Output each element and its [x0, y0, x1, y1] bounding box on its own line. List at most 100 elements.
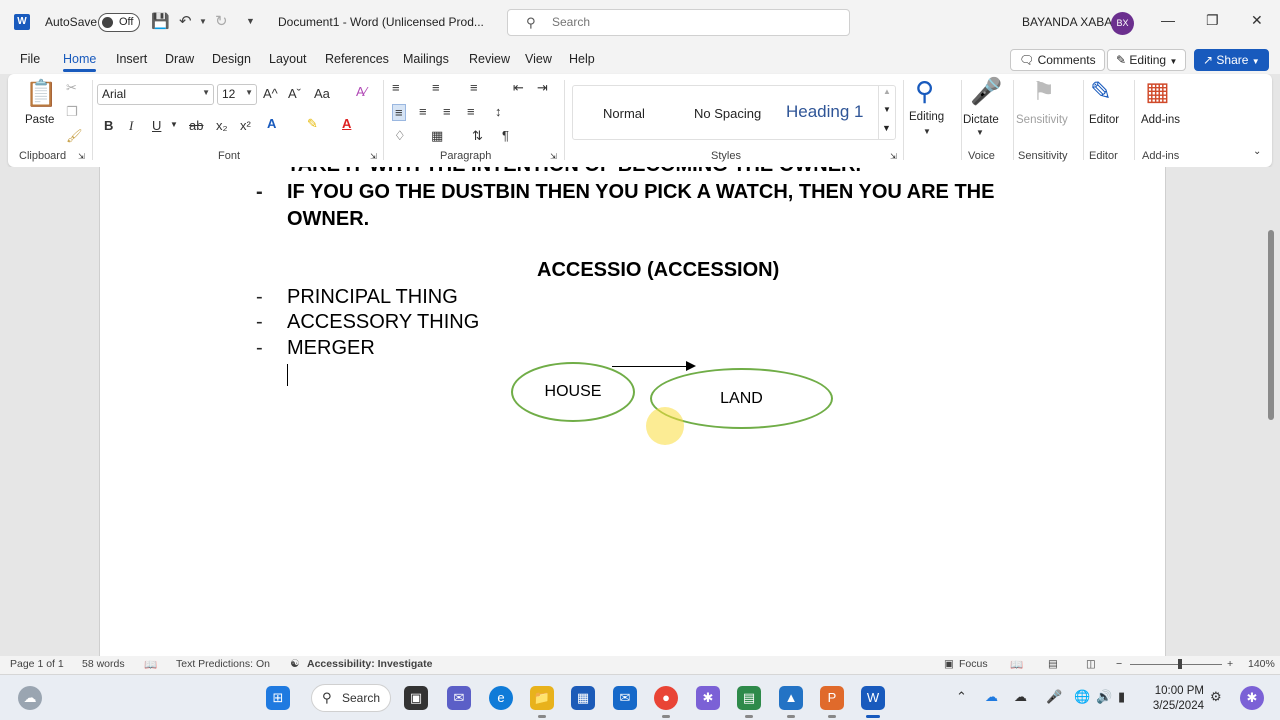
tab-file[interactable]: File — [20, 52, 40, 66]
multilevel-list-icon[interactable]: ≡ — [470, 80, 478, 95]
arrow-connector[interactable] — [612, 366, 688, 367]
collapse-ribbon-icon[interactable]: ⌄ — [1253, 146, 1261, 157]
zoom-out-icon[interactable]: − — [1116, 658, 1122, 670]
store-icon[interactable]: ▦ — [571, 686, 595, 710]
clear-formatting-icon[interactable]: A⁄ — [356, 84, 367, 99]
chrome-icon[interactable]: ● — [654, 686, 678, 710]
edge-icon[interactable]: e — [489, 686, 513, 710]
share-button[interactable]: ↗ Share ▼ — [1194, 49, 1269, 71]
taskbar-search[interactable]: ⚲ Search — [311, 684, 391, 712]
search-box[interactable]: ⚲ — [507, 9, 850, 36]
tab-view[interactable]: View — [525, 52, 552, 66]
microphone-icon[interactable]: 🎤 — [1046, 689, 1062, 705]
bold-button[interactable]: B — [104, 118, 113, 133]
avatar[interactable]: BX — [1111, 12, 1134, 35]
align-right-icon[interactable]: ≡ — [443, 104, 451, 119]
font-size-combo[interactable]: 12 ▼ — [217, 84, 257, 105]
proofing-icon[interactable]: 📖 — [144, 658, 157, 671]
text-effects-icon[interactable]: A — [267, 116, 276, 131]
battery-icon[interactable]: ▮ — [1118, 689, 1125, 705]
strikethrough-button[interactable]: ab — [189, 118, 203, 133]
onedrive-icon[interactable]: ☁ — [985, 689, 998, 705]
copy-icon[interactable]: ❐ — [66, 104, 78, 120]
style-heading-1[interactable]: Heading 1 — [786, 102, 864, 122]
tab-references[interactable]: References — [325, 52, 389, 66]
network-icon[interactable]: 🌐 — [1074, 689, 1090, 705]
weather-icon[interactable]: ☁ — [18, 686, 42, 710]
tab-help[interactable]: Help — [569, 52, 595, 66]
vertical-scrollbar[interactable] — [1268, 230, 1274, 420]
notification-icon[interactable]: ⚙ — [1210, 689, 1222, 705]
change-case-icon[interactable]: Aa — [314, 86, 330, 101]
tab-mailings[interactable]: Mailings — [403, 52, 449, 66]
zoom-in-icon[interactable]: + — [1227, 658, 1233, 670]
italic-button[interactable]: I — [129, 118, 133, 134]
clipboard-launcher-icon[interactable]: ⇲ — [78, 152, 85, 161]
zoom-slider-handle[interactable] — [1178, 659, 1182, 669]
font-launcher-icon[interactable]: ⇲ — [370, 152, 377, 161]
add-ins-button[interactable]: Add-ins — [1141, 114, 1180, 126]
undo-icon[interactable]: ↶ — [179, 12, 192, 30]
bullets-icon[interactable]: ≡ — [392, 80, 400, 95]
line-spacing-icon[interactable]: ↕ — [495, 104, 502, 119]
tab-insert[interactable]: Insert — [116, 52, 147, 66]
tab-review[interactable]: Review — [469, 52, 510, 66]
house-shape[interactable]: HOUSE — [511, 362, 635, 422]
restore-icon[interactable]: ❐ — [1206, 12, 1219, 29]
font-name-combo[interactable]: Arial ▼ — [97, 84, 214, 105]
paragraph-launcher-icon[interactable]: ⇲ — [550, 152, 557, 161]
zoom-level[interactable]: 140% — [1248, 658, 1275, 670]
web-layout-icon[interactable]: ◫ — [1086, 658, 1096, 670]
focus-button[interactable]: Focus — [959, 658, 988, 670]
increase-indent-icon[interactable]: ⇥ — [537, 80, 548, 96]
show-formatting-icon[interactable]: ¶ — [502, 128, 509, 143]
decrease-indent-icon[interactable]: ⇤ — [513, 80, 524, 96]
chevron-down-icon[interactable]: ▼ — [976, 128, 984, 137]
word-count[interactable]: 58 words — [82, 658, 125, 670]
more-styles-icon[interactable]: ▼ — [882, 123, 891, 133]
style-no-spacing[interactable]: No Spacing — [694, 106, 761, 121]
dictate-button[interactable]: Dictate — [963, 114, 999, 126]
grow-font-icon[interactable]: A^ — [263, 86, 278, 101]
zoom-slider[interactable] — [1130, 664, 1222, 665]
file-explorer-icon[interactable]: 📁 — [530, 686, 554, 710]
print-layout-icon[interactable]: ▤ — [1048, 658, 1058, 670]
shrink-font-icon[interactable]: Aˇ — [288, 86, 301, 101]
superscript-button[interactable]: x² — [240, 118, 251, 133]
chevron-down-icon[interactable]: ▼ — [883, 105, 891, 114]
numbering-icon[interactable]: ≡ — [432, 80, 440, 95]
microphone-icon[interactable]: 🎤 — [970, 76, 1002, 107]
powerpoint-icon[interactable]: P — [820, 686, 844, 710]
read-mode-icon[interactable]: 📖 — [1010, 658, 1023, 671]
chevron-down-icon[interactable]: ▼ — [923, 127, 931, 136]
tab-home[interactable]: Home — [63, 52, 97, 72]
copilot-icon[interactable]: ✱ — [696, 686, 720, 710]
chevron-down-icon[interactable]: ▼ — [170, 120, 178, 129]
search-input[interactable] — [552, 15, 832, 29]
add-ins-icon[interactable]: ▦ — [1145, 76, 1170, 107]
editor-icon[interactable]: ✎ — [1090, 76, 1112, 107]
align-center-icon[interactable]: ≡ — [419, 104, 427, 119]
teams-icon[interactable]: ✉ — [447, 686, 471, 710]
volume-icon[interactable]: 🔊 — [1096, 689, 1112, 705]
tab-layout[interactable]: Layout — [269, 52, 307, 66]
cloud-icon[interactable]: ☁ — [1014, 689, 1027, 705]
align-left-icon[interactable]: ≡ — [392, 104, 406, 121]
paste-icon[interactable]: 📋 — [25, 78, 57, 109]
chevron-up-icon[interactable]: ▲ — [883, 87, 891, 96]
paste-label[interactable]: Paste — [25, 114, 54, 126]
minimize-icon[interactable]: — — [1161, 12, 1175, 28]
editing-button[interactable]: Editing — [909, 111, 944, 123]
sort-icon[interactable]: ⇅ — [472, 128, 483, 144]
start-icon[interactable]: ⊞ — [266, 686, 290, 710]
document-page[interactable]: TAKE IT WITH THE INTENTION OF BECOMING T… — [99, 167, 1166, 656]
borders-icon[interactable]: ▦ — [431, 128, 443, 144]
copilot-tray-icon[interactable]: ✱ — [1240, 686, 1264, 710]
cut-icon[interactable]: ✂ — [66, 80, 77, 96]
editing-mode-button[interactable]: ✎ Editing ▼ — [1107, 49, 1187, 71]
font-color-icon[interactable]: A — [342, 116, 351, 131]
styles-scroll[interactable]: ▲ ▼ ▼ — [878, 85, 896, 140]
justify-icon[interactable]: ≡ — [467, 104, 475, 119]
text-predictions-status[interactable]: Text Predictions: On — [176, 658, 270, 670]
close-icon[interactable]: ✕ — [1251, 12, 1263, 29]
